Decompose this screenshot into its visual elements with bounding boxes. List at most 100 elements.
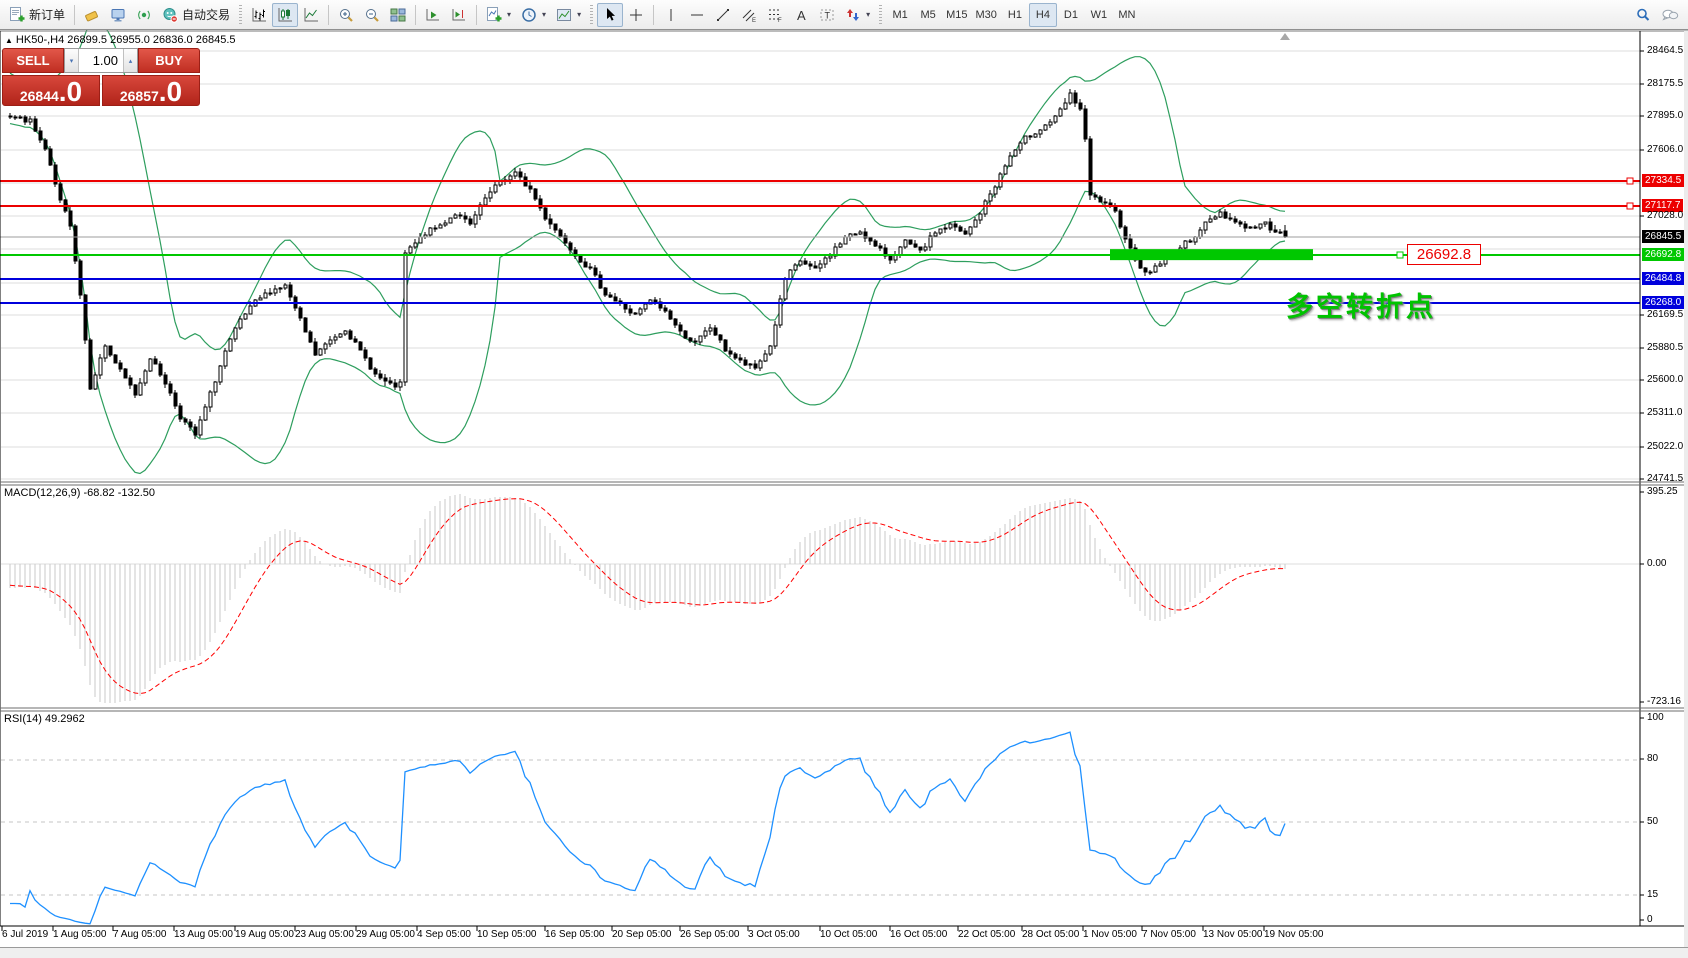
timeframe-group: M1 M5 M15 M30 H1 H4 D1 W1 MN [886,2,1141,27]
periods-button[interactable]: ▾ [516,3,551,27]
bar-chart-button[interactable] [246,3,272,27]
volume-decrease-button[interactable]: ▾ [65,49,79,72]
search-button[interactable] [1630,3,1656,27]
crosshair-button[interactable] [623,3,649,27]
candlestick-chart-icon [278,7,293,21]
toolbar-separator [476,4,478,25]
svg-text:E: E [752,18,756,23]
buy-price[interactable]: 26857.0 [102,75,200,107]
timeframe-w1-button[interactable]: W1 [1085,3,1113,27]
toolbar-separator [653,4,655,25]
toolbar-grip [590,4,594,25]
indicators-icon [487,6,502,21]
tile-windows-button[interactable] [385,3,411,27]
text-icon: A [797,8,806,23]
signals-button[interactable] [131,3,157,27]
cursor-button[interactable] [597,2,624,27]
terminal-icon [111,8,125,21]
svg-text:T: T [825,10,831,20]
chevron-down-icon: ▾ [577,10,582,19]
zoom-out-icon [366,8,379,22]
autotrading-icon [163,7,178,23]
cursor-icon [607,7,616,21]
grid-lines [1,50,1640,565]
toolbar-separator [328,4,330,25]
volume-input[interactable]: 1.00 [79,49,123,72]
mt4-terminal-window: 新订单 自动交易 ▾ ▾ ▾ E F A T ▾ M1 M5 M15 M30 H… [0,0,1688,958]
styler-button[interactable] [79,3,105,27]
spin-down-icon: ▾ [69,57,74,65]
zoom-out-button[interactable] [359,3,385,27]
text-button[interactable]: A [788,3,814,27]
tile-windows-icon [390,8,406,21]
indicators-button[interactable]: ▾ [481,3,516,27]
candlestick-chart-button[interactable] [272,2,299,27]
terminal-button[interactable] [105,3,131,27]
volume-increase-button[interactable]: ▴ [123,49,137,72]
search-icon [1637,8,1650,21]
horizontal-line-icon [691,14,704,15]
timeframe-mn-button[interactable]: MN [1113,3,1141,27]
auto-scroll-icon [426,8,440,20]
level-handle[interactable] [1626,202,1634,210]
line-chart-button[interactable] [298,3,324,27]
channel-icon: E [742,9,756,23]
timeframe-m30-button[interactable]: M30 [972,3,1001,27]
chart-shift-icon [452,8,466,20]
template-icon [557,8,572,21]
autotrading-label: 自动交易 [182,8,231,22]
chevron-down-icon: ▾ [542,10,547,19]
new-order-button[interactable]: 新订单 [4,3,70,27]
chat-button[interactable] [1656,3,1684,27]
vertical-line-button[interactable] [658,3,684,27]
sell-button[interactable]: SELL [2,48,64,73]
toolbar-separator [74,4,76,25]
zoom-in-button[interactable] [333,3,359,27]
eraser-icon [85,10,98,21]
volume-stepper: ▾ 1.00 ▴ [64,48,138,73]
macd-histogram [9,494,1286,703]
timeframe-m5-button[interactable]: M5 [914,3,942,27]
level-handle[interactable] [1626,177,1634,185]
level-handle[interactable] [1396,251,1404,259]
horizontal-line-button[interactable] [684,3,710,27]
trendline-button[interactable] [710,3,736,27]
new-order-label: 新订单 [29,8,66,22]
trendline-icon [717,8,730,21]
timeframe-m1-button[interactable]: M1 [886,3,914,27]
arrows-button[interactable]: ▾ [840,3,875,27]
toolbar-grip [879,4,883,25]
templates-button[interactable]: ▾ [551,3,586,27]
timeframe-h1-button[interactable]: H1 [1001,3,1029,27]
buy-button[interactable]: BUY [138,48,200,73]
sell-price[interactable]: 26844.0 [2,75,100,107]
equidistant-channel-button[interactable]: E [736,3,762,27]
text-label-icon: T [820,9,834,20]
spin-up-icon: ▴ [128,57,133,65]
candles-layer [8,89,1288,439]
new-order-icon [10,6,25,21]
main-toolbar: 新订单 自动交易 ▾ ▾ ▾ E F A T ▾ M1 M5 M15 M30 H… [0,0,1688,30]
macd-signal-line [9,498,1286,695]
timeframe-h4-button[interactable]: H4 [1028,2,1057,27]
svg-text:A: A [797,8,806,23]
chevron-down-icon: ▾ [866,10,871,19]
crosshair-icon [630,8,643,21]
chevron-down-icon: ▾ [507,10,512,19]
timeframe-m15-button[interactable]: M15 [942,3,971,27]
line-chart-icon [304,7,319,21]
timeframe-d1-button[interactable]: D1 [1057,3,1085,27]
chat-icon [1662,9,1679,20]
clock-icon [522,7,536,22]
autotrading-button[interactable]: 自动交易 [157,3,235,27]
chart-shift-button[interactable] [446,3,472,27]
one-click-trading-panel: SELL ▾ 1.00 ▴ BUY 26844.0 26857.0 [2,48,200,107]
text-label-button[interactable]: T [814,3,840,27]
chart-plot[interactable] [0,0,1688,958]
fibonacci-button[interactable]: F [762,3,788,27]
svg-text:F: F [778,18,782,23]
auto-scroll-button[interactable] [420,3,446,27]
fibonacci-icon: F [769,9,782,23]
vertical-line-icon [670,8,672,21]
bar-chart-icon [252,7,267,21]
